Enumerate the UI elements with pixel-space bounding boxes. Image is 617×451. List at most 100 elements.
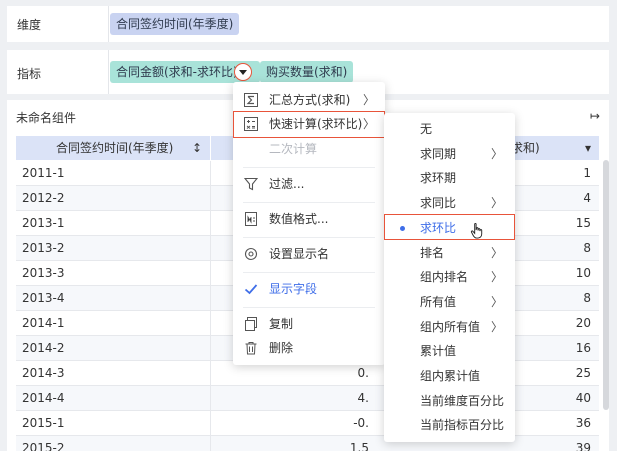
cell-date: 2013-2 — [22, 241, 65, 255]
menu-item-copy[interactable]: 复制 — [233, 312, 385, 336]
menu-item-aggregation[interactable]: 汇总方式(求和) 〉 — [233, 88, 385, 112]
column-header-date[interactable]: 合同签约时间(年季度) ↕ — [16, 136, 210, 160]
cell-v2: 36 — [575, 416, 591, 430]
cell-v2: 1 — [583, 166, 591, 180]
menu-item-number-format[interactable]: 数值格式... — [233, 207, 385, 231]
dimension-chip[interactable]: 合同签约时间(年季度) — [110, 13, 240, 35]
menu-item-label: 数值格式... — [269, 212, 329, 226]
chevron-right-icon: 〉 — [490, 319, 503, 334]
submenu-item[interactable]: 组内排名 〉 — [384, 265, 515, 289]
menu-divider — [243, 167, 375, 168]
cell-divider — [210, 186, 211, 210]
submenu-item-label: 所有值 — [420, 294, 457, 309]
cell-divider — [210, 361, 211, 385]
cell-v2: 40 — [575, 391, 591, 405]
cell-divider — [210, 436, 211, 451]
submenu-item[interactable]: 当前指标百分比 — [384, 413, 515, 437]
cell-date: 2014-3 — [22, 366, 65, 380]
submenu-item-label: 无 — [420, 122, 433, 136]
menu-item-label: 复制 — [269, 317, 294, 331]
dropdown-icon[interactable]: ▾ — [585, 136, 591, 160]
submenu-item-label: 求同期 — [420, 146, 457, 161]
cell-v2: 8 — [583, 241, 591, 255]
submenu-item-label: 累计值 — [420, 344, 457, 359]
submenu-item[interactable]: 所有值 〉 — [384, 290, 515, 314]
hand-cursor-icon — [470, 222, 483, 239]
copy-icon — [245, 317, 257, 331]
cell-divider — [210, 411, 211, 435]
sort-icon[interactable]: ↕ — [192, 136, 202, 160]
menu-item-label: 显示字段 — [269, 282, 318, 296]
column-header-v2-label: 求和) — [511, 141, 540, 155]
quick-calc-highlight — [233, 111, 385, 138]
menu-item-display-name[interactable]: 设置显示名 — [233, 242, 385, 266]
submenu-item-label: 求同比 — [420, 196, 457, 211]
submenu-item[interactable]: 排名 〉 — [384, 241, 515, 265]
cell-date: 2013-3 — [22, 266, 65, 280]
submenu-item[interactable]: 当前维度百分比 — [384, 389, 515, 413]
chevron-right-icon: 〉 — [490, 270, 503, 285]
measure-chip-label: 合同金额(求和-求环比) — [116, 65, 238, 79]
submenu-item-label: 当前维度百分比 — [420, 393, 505, 408]
cell-v2: 39 — [575, 441, 591, 451]
filter-icon — [244, 177, 258, 191]
menu-divider — [243, 307, 375, 308]
chevron-right-icon: 〉 — [490, 294, 503, 309]
submenu-item[interactable]: 求同期 〉 — [384, 142, 515, 166]
cell-v1: 4. — [357, 391, 369, 405]
submenu-item-label: 组内排名 — [420, 270, 469, 285]
measure-label: 指标 — [17, 67, 42, 81]
context-menu: 汇总方式(求和) 〉 快速计算(求环比) 〉 二次计算 过滤... 数值格式..… — [233, 82, 385, 365]
format-icon — [245, 212, 257, 226]
menu-divider — [243, 272, 375, 273]
cell-date: 2015-2 — [22, 441, 65, 451]
submenu-item[interactable]: 求同比 〉 — [384, 191, 515, 215]
expand-icon[interactable]: ↦ — [590, 109, 600, 123]
cell-date: 2012-2 — [22, 191, 65, 205]
submenu-item[interactable]: 无 — [384, 117, 515, 141]
sigma-icon — [244, 93, 258, 107]
measure-chip-quantity[interactable]: 购买数量(求和) — [260, 61, 354, 83]
row-divider — [108, 50, 109, 94]
measure-dropdown-button[interactable] — [234, 63, 252, 81]
submenu-item-label: 组内所有值 — [420, 319, 481, 334]
cell-v2: 10 — [575, 266, 591, 280]
quick-calc-submenu: 无求同期〉求环期 求同比〉求环比 排名〉组内排名〉所有值〉组内所有值〉累计值 组内累计… — [384, 113, 515, 442]
trash-icon — [245, 342, 257, 355]
menu-divider — [243, 202, 375, 203]
cell-v1: 1.5 — [349, 441, 369, 451]
cell-v2: 8 — [583, 291, 591, 305]
dimension-row: 维度 合同签约时间(年季度) — [7, 6, 609, 42]
dimension-label: 维度 — [17, 18, 42, 32]
cell-date: 2014-2 — [22, 341, 65, 355]
cell-divider — [210, 161, 211, 185]
cell-date: 2014-4 — [22, 391, 65, 405]
submenu-item-label: 组内累计值 — [420, 369, 481, 383]
submenu-item[interactable]: 求环期 — [384, 166, 515, 190]
selected-item-highlight — [384, 214, 515, 240]
widget-title: 未命名组件 — [16, 111, 77, 125]
submenu-item-label: 当前指标百分比 — [420, 418, 505, 433]
menu-item-show-field[interactable]: 显示字段 — [233, 277, 385, 301]
cell-v2: 4 — [583, 191, 591, 205]
menu-item-label: 二次计算 — [269, 142, 318, 156]
cell-divider — [210, 311, 211, 335]
menu-divider — [243, 237, 375, 238]
chevron-right-icon: 〉 — [490, 196, 503, 211]
menu-item-filter[interactable]: 过滤... — [233, 172, 385, 196]
cell-date: 2014-1 — [22, 316, 65, 330]
cell-divider — [210, 386, 211, 410]
submenu-item[interactable]: 组内累计值 — [384, 364, 515, 388]
menu-item-delete[interactable]: 删除 — [233, 336, 385, 360]
submenu-item[interactable]: 组内所有值〉 — [384, 315, 515, 339]
menu-item-label: 过滤... — [269, 177, 305, 191]
menu-item-label: 设置显示名 — [269, 247, 330, 261]
cell-date: 2015-1 — [22, 416, 65, 430]
cell-date: 2011-1 — [22, 166, 65, 180]
submenu-item-label: 排名 — [420, 245, 445, 260]
gear-icon — [244, 247, 258, 261]
menu-item-label: 汇总方式(求和) — [269, 93, 351, 107]
submenu-item[interactable]: 累计值 — [384, 339, 515, 363]
cell-divider — [210, 286, 211, 310]
scrollbar[interactable] — [603, 160, 609, 410]
